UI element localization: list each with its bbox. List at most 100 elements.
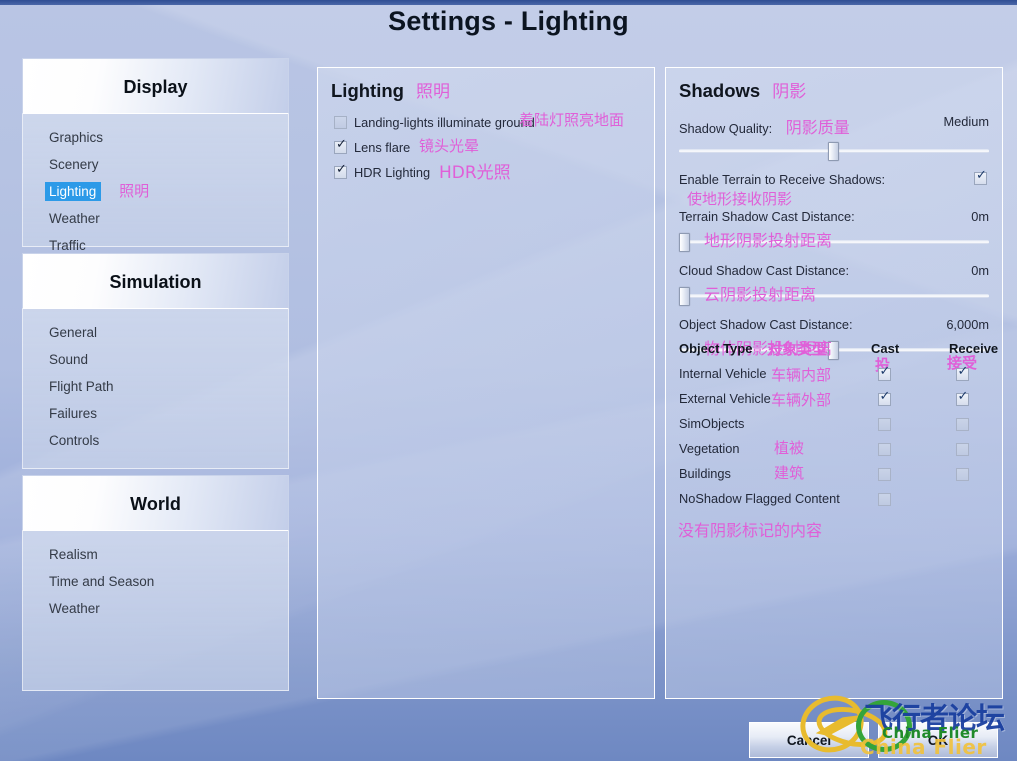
nav-group-world: World Realism Time and Season Weather xyxy=(22,475,289,691)
checkbox-receive-internal-vehicle[interactable] xyxy=(955,365,969,382)
cloud-shadow-cast-value: 0m xyxy=(971,263,989,278)
cast-cell xyxy=(871,365,897,382)
checkbox-row-hdr-lighting[interactable]: HDR Lighting HDR光照 xyxy=(334,160,654,185)
cast-cell xyxy=(871,416,897,432)
lighting-panel-title-cn: 照明 xyxy=(415,82,450,102)
object-type-name: SimObjects xyxy=(679,416,745,431)
cloud-shadow-cast-label: Cloud Shadow Cast Distance: xyxy=(679,263,850,278)
checkbox-hdr-lighting[interactable] xyxy=(334,163,347,179)
sidebar-item-annotation-cn: 照明 xyxy=(119,182,150,200)
sidebar-item-label: Realism xyxy=(49,547,98,562)
sidebar-item-weather[interactable]: Weather xyxy=(23,205,288,232)
object-shadow-cast-value: 6,000m xyxy=(946,317,989,332)
cancel-button[interactable]: Cancel xyxy=(749,722,869,758)
annotation-cn-lens-flare: 镜头光晕 xyxy=(419,137,480,155)
sidebar-item-sound[interactable]: Sound xyxy=(23,346,288,373)
checkbox-cast-buildings[interactable] xyxy=(877,468,891,482)
checkbox-lens-flare[interactable] xyxy=(334,138,347,154)
sidebar-item-label: Time and Season xyxy=(49,574,155,589)
table-row: SimObjects xyxy=(679,413,991,438)
sidebar-item-flight-path[interactable]: Flight Path xyxy=(23,373,288,400)
cloud-shadow-cast-slider[interactable]: 云阴影投射距离 xyxy=(679,285,989,306)
annotation-cn-buildings: 建筑 xyxy=(774,464,805,482)
receive-cell xyxy=(949,365,975,382)
checkbox-receive-buildings[interactable] xyxy=(955,468,969,482)
lighting-panel: Lighting 照明 Landing-lights illuminate gro… xyxy=(317,67,655,699)
nav-header-simulation[interactable]: Simulation xyxy=(22,253,289,309)
terrain-shadow-cast-label: Terrain Shadow Cast Distance: xyxy=(679,209,855,224)
cloud-shadow-cast-row: Cloud Shadow Cast Distance: 0m xyxy=(679,263,989,283)
checkbox-receive-external-vehicle[interactable] xyxy=(955,390,969,407)
annotation-cn-cloud-shadow-cast: 云阴影投射距离 xyxy=(704,285,817,304)
sidebar-item-label: Flight Path xyxy=(49,379,114,394)
checkbox-receive-vegetation[interactable] xyxy=(955,443,969,457)
shadow-quality-value: Medium xyxy=(943,114,989,129)
slider-thumb[interactable] xyxy=(679,233,690,252)
checkbox-receive-simobjects[interactable] xyxy=(955,418,969,432)
sidebar-item-scenery[interactable]: Scenery xyxy=(23,151,288,178)
shadows-panel-title: Shadows xyxy=(679,80,761,101)
checkbox-cast-noshadow-flagged[interactable] xyxy=(877,493,891,507)
sidebar-item-time-and-season[interactable]: Time and Season xyxy=(23,568,288,595)
sidebar: Display Graphics Scenery Lighting 照明 Wea… xyxy=(22,58,289,697)
checkbox-cast-simobjects[interactable] xyxy=(877,418,891,432)
lighting-panel-title: Lighting xyxy=(331,80,404,101)
sidebar-item-traffic[interactable]: Traffic xyxy=(23,232,288,259)
window-top-strip xyxy=(0,0,1017,5)
nav-header-display[interactable]: Display xyxy=(22,58,289,114)
annotation-cn-hdr-lighting: HDR光照 xyxy=(439,163,511,183)
sidebar-item-controls[interactable]: Controls xyxy=(23,427,288,454)
sidebar-item-label: Graphics xyxy=(49,130,104,145)
checkbox-cast-vegetation[interactable] xyxy=(877,443,891,457)
sidebar-item-label: Controls xyxy=(49,433,100,448)
terrain-shadow-cast-value: 0m xyxy=(971,209,989,224)
checkbox-row-lens-flare[interactable]: Lens flare 镜头光晕 xyxy=(334,135,654,160)
shadow-quality-row: Shadow Quality: 阴影质量 Medium xyxy=(679,114,989,137)
annotation-cn-vegetation: 植被 xyxy=(774,439,805,457)
sidebar-item-general[interactable]: General xyxy=(23,319,288,346)
object-type-name: Buildings xyxy=(679,466,731,481)
cast-cell xyxy=(871,466,897,482)
sidebar-item-label: Failures xyxy=(49,406,98,421)
sidebar-item-label: General xyxy=(49,325,98,340)
lighting-panel-heading: Lighting 照明 xyxy=(318,68,654,110)
noshadow-annotation-row: 没有阴影标记的内容 xyxy=(678,513,991,543)
sidebar-item-realism[interactable]: Realism xyxy=(23,541,288,568)
sidebar-item-label: Weather xyxy=(49,211,100,226)
sidebar-item-label: Scenery xyxy=(49,157,99,172)
checkbox-cast-internal-vehicle[interactable] xyxy=(877,365,891,382)
ok-button[interactable]: OK xyxy=(878,722,998,758)
terrain-shadow-cast-slider[interactable]: 地形阴影投射距离 xyxy=(679,231,989,252)
page-title: Settings - Lighting xyxy=(388,6,629,36)
sidebar-item-graphics[interactable]: Graphics xyxy=(23,124,288,151)
enable-terrain-receive-label: Enable Terrain to Receive Shadows: xyxy=(679,172,886,187)
shadows-panel: Shadows 阴影 Shadow Quality: 阴影质量 Medium En… xyxy=(665,67,1003,699)
checkbox-cast-external-vehicle[interactable] xyxy=(877,390,891,407)
annotation-cn-external-vehicle: 车辆外部 xyxy=(771,391,832,409)
slider-thumb[interactable] xyxy=(827,142,839,161)
receive-cell xyxy=(949,441,975,457)
sidebar-item-failures[interactable]: Failures xyxy=(23,400,288,427)
checkbox-row-landing-lights[interactable]: Landing-lights illuminate ground 着陆灯照亮地面 xyxy=(334,110,654,135)
table-row: NoShadow Flagged Content xyxy=(679,488,991,513)
sidebar-item-weather-world[interactable]: Weather xyxy=(23,595,288,622)
annotation-cn-noshadow-flagged: 没有阴影标记的内容 xyxy=(678,521,823,540)
sidebar-item-label: Weather xyxy=(49,601,100,616)
nav-group-display: Display Graphics Scenery Lighting 照明 Wea… xyxy=(22,58,289,253)
receive-cell xyxy=(949,390,975,407)
sidebar-item-lighting[interactable]: Lighting 照明 xyxy=(23,178,288,205)
checkbox-label: Landing-lights illuminate ground xyxy=(354,115,535,130)
nav-header-world[interactable]: World xyxy=(22,475,289,531)
object-type-name: NoShadow Flagged Content xyxy=(679,491,840,506)
shadow-quality-slider[interactable] xyxy=(679,142,989,161)
checkbox-label: Lens flare xyxy=(354,140,411,155)
nav-group-simulation: Simulation General Sound Flight Path Fai… xyxy=(22,253,289,469)
cast-cell xyxy=(871,491,897,507)
annotation-cn-landing-lights: 着陆灯照亮地面 xyxy=(519,111,625,129)
checkbox-landing-lights[interactable] xyxy=(334,116,347,129)
checkbox-enable-terrain-receive[interactable] xyxy=(974,169,987,185)
shadows-panel-title-cn: 阴影 xyxy=(772,82,807,102)
cast-cell xyxy=(871,441,897,457)
slider-thumb[interactable] xyxy=(679,287,690,306)
object-type-name: External Vehicle xyxy=(679,391,771,406)
